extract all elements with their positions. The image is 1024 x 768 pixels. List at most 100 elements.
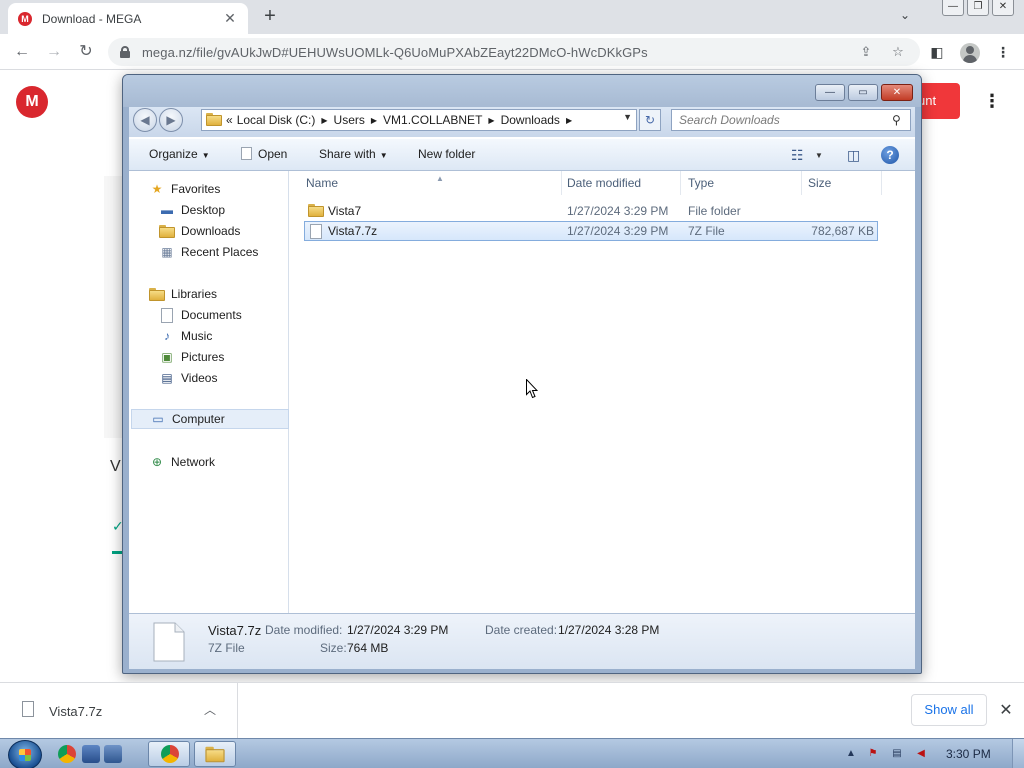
show-desktop-button[interactable]	[1012, 739, 1024, 768]
mega-heading-fragment: V	[110, 458, 121, 475]
breadcrumb-local-disk[interactable]: Local Disk (C:)	[237, 113, 316, 127]
view-options-icon[interactable]: ☷	[791, 147, 804, 164]
show-desktop-quicklaunch-icon[interactable]	[82, 745, 100, 763]
explorer-back-icon[interactable]: ◀	[133, 108, 157, 132]
address-dropdown-icon[interactable]: ▼	[623, 112, 632, 122]
nav-desktop[interactable]: ▬ Desktop	[129, 200, 287, 220]
tab-close-icon[interactable]: ✕	[222, 10, 238, 27]
forward-icon[interactable]: →	[44, 42, 64, 62]
column-header-type[interactable]: Type	[682, 171, 802, 195]
column-header-size[interactable]: Size	[802, 171, 882, 195]
refresh-icon[interactable]: ↻	[639, 109, 661, 131]
breadcrumb-arrow-icon[interactable]: ▶	[371, 116, 377, 125]
clock[interactable]: 3:30 PM	[946, 747, 991, 761]
mega-favicon-icon: M	[18, 11, 32, 26]
url-text: mega.nz/file/gvAUkJwD#UEHUWsUOMLk-Q6UoMu…	[142, 44, 648, 60]
switch-windows-icon[interactable]	[104, 745, 122, 763]
explorer-forward-icon[interactable]: ▶	[159, 108, 183, 132]
dropdown-arrow-icon: ▼	[201, 151, 210, 160]
file-icon	[22, 701, 34, 717]
mega-logo[interactable]: M	[16, 86, 48, 118]
nav-videos[interactable]: ▤ Videos	[129, 368, 287, 388]
file-row-selected[interactable]: Vista7.7z 1/27/2024 3:29 PM 7Z File 782,…	[304, 221, 878, 241]
file-size: 782,687 KB	[811, 224, 874, 238]
tray-expand-icon[interactable]: ▲	[844, 747, 858, 761]
mega-menu-icon[interactable]: ⋮	[982, 90, 1002, 112]
chrome-quicklaunch-icon[interactable]	[58, 745, 76, 763]
file-row[interactable]: Vista7 1/27/2024 3:29 PM File folder	[304, 201, 878, 221]
folder-icon	[206, 113, 222, 127]
file-name: Vista7.7z	[328, 224, 378, 238]
download-item[interactable]: Vista7.7z ︿	[0, 683, 238, 738]
nav-network[interactable]: ⊕ Network	[129, 452, 287, 472]
pictures-icon: ▣	[161, 350, 173, 364]
nav-libraries[interactable]: Libraries	[129, 284, 287, 304]
start-button[interactable]	[8, 740, 42, 768]
open-button[interactable]: Open	[241, 147, 287, 161]
nav-recent-places[interactable]: ▦ Recent Places	[129, 242, 287, 262]
breadcrumb-arrow-icon[interactable]: ▶	[488, 116, 494, 125]
taskbar-explorer-button[interactable]	[194, 741, 236, 767]
sort-arrow-icon: ▲	[436, 174, 444, 183]
explorer-address-bar[interactable]: « Local Disk (C:) ▶ Users ▶ VM1.COLLABNE…	[201, 109, 637, 131]
volume-icon[interactable]: ◀	[914, 747, 928, 761]
close-window-button[interactable]: ✕	[992, 0, 1014, 16]
nav-downloads[interactable]: Downloads	[129, 221, 287, 241]
address-bar[interactable]: mega.nz/file/gvAUkJwD#UEHUWsUOMLk-Q6UoMu…	[108, 38, 920, 66]
dialog-titlebar[interactable]: — ▭ ✕	[123, 75, 921, 107]
share-with-button[interactable]: Share with ▼	[319, 147, 388, 161]
details-modified-value: 1/27/2024 3:29 PM	[347, 623, 449, 637]
dialog-close-button[interactable]: ✕	[881, 84, 913, 101]
minimize-button[interactable]: —	[942, 0, 964, 16]
column-date-label: Date modified	[567, 176, 642, 190]
column-header-date[interactable]: Date modified	[561, 171, 681, 195]
organize-button[interactable]: Organize ▼	[149, 147, 210, 161]
nav-pictures[interactable]: ▣ Pictures	[129, 347, 287, 367]
details-file-type: 7Z File	[208, 641, 245, 655]
share-icon[interactable]: ⇪	[858, 44, 874, 60]
close-download-bar-icon[interactable]: ✕	[998, 700, 1014, 719]
breadcrumb-user[interactable]: VM1.COLLABNET	[383, 113, 482, 127]
breadcrumb-users[interactable]: Users	[334, 113, 365, 127]
preview-pane-icon[interactable]: ◫	[847, 147, 860, 164]
file-type: 7Z File	[688, 224, 725, 238]
breadcrumb-overflow[interactable]: «	[226, 113, 233, 127]
column-header-name[interactable]: Name ▲	[300, 171, 562, 195]
search-placeholder: Search Downloads	[679, 113, 780, 127]
profile-avatar-icon[interactable]	[960, 43, 980, 63]
nav-computer[interactable]: ▭ Computer	[131, 409, 289, 429]
action-center-icon[interactable]: ⚑	[866, 747, 880, 761]
view-dropdown-icon[interactable]: ▼	[815, 151, 823, 160]
file-list-pane: Name ▲ Date modified Type Size Vista7 1/2…	[290, 171, 915, 613]
chrome-menu-icon[interactable]: ⋮	[994, 43, 1012, 61]
reload-icon[interactable]: ↻	[76, 42, 96, 62]
breadcrumb-arrow-icon[interactable]: ▶	[321, 116, 327, 125]
taskbar-chrome-button[interactable]	[148, 741, 190, 767]
network-tray-icon[interactable]: ▤	[890, 747, 904, 761]
lock-icon[interactable]	[120, 46, 130, 58]
nav-libraries-label: Libraries	[171, 287, 218, 301]
star-icon: ★	[151, 182, 163, 196]
new-folder-button[interactable]: New folder	[418, 147, 475, 161]
dialog-maximize-button[interactable]: ▭	[848, 84, 878, 101]
show-all-button[interactable]: Show all	[911, 694, 987, 726]
dialog-minimize-button[interactable]: —	[815, 84, 845, 101]
browser-tab[interactable]: M Download - MEGA ✕	[8, 3, 248, 34]
breadcrumb-downloads[interactable]: Downloads	[501, 113, 560, 127]
nav-music[interactable]: ♪ Music	[129, 326, 287, 346]
help-icon[interactable]: ?	[881, 146, 899, 164]
search-input[interactable]: Search Downloads ⚲	[671, 109, 911, 131]
details-pane: Vista7.7z 7Z File Date modified: 1/27/20…	[129, 613, 915, 669]
new-tab-button[interactable]: +	[258, 6, 282, 28]
nav-documents[interactable]: Documents	[129, 305, 287, 325]
bookmark-star-icon[interactable]: ☆	[890, 44, 906, 60]
search-icon[interactable]: ⚲	[892, 113, 906, 127]
breadcrumb-arrow-icon[interactable]: ▶	[566, 116, 572, 125]
nav-favorites[interactable]: ★ Favorites	[129, 179, 287, 199]
window-controls: — ❐ ✕	[942, 0, 1014, 16]
chevron-up-icon[interactable]: ︿	[204, 701, 216, 718]
side-panel-icon[interactable]: ◧	[928, 43, 946, 61]
restore-button[interactable]: ❐	[967, 0, 989, 16]
tab-search-chevron-icon[interactable]: ⌄	[896, 8, 914, 26]
back-icon[interactable]: ←	[12, 42, 32, 62]
